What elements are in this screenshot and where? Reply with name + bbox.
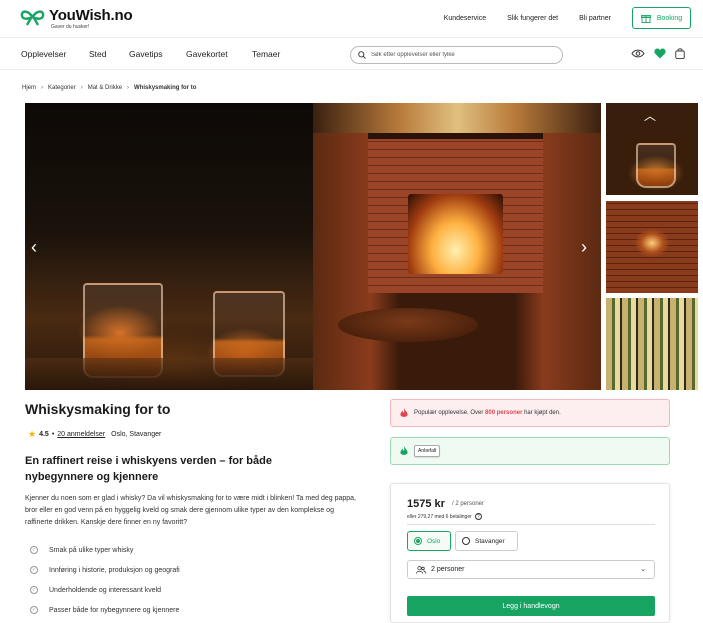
users-icon bbox=[416, 565, 426, 574]
image-gallery[interactable]: ‹ › bbox=[25, 103, 601, 390]
heart-icon[interactable] bbox=[654, 48, 666, 59]
chevron-right-icon: › bbox=[80, 85, 83, 91]
list-item: ✓ Passer både for nybegynnere og kjennere bbox=[30, 606, 180, 614]
chevron-right-icon: › bbox=[41, 85, 44, 91]
gallery-prev-arrow-icon[interactable]: ‹ bbox=[31, 238, 45, 256]
check-circle-icon: ✓ bbox=[30, 606, 38, 614]
check-circle-icon: ✓ bbox=[30, 546, 38, 554]
thumbnail-whisky[interactable]: ︿ bbox=[606, 103, 698, 195]
rating-row: ★ 4.5 • 20 anmeldelser Oslo, Stavanger bbox=[28, 429, 161, 440]
list-item: ✓ Underholdende og interessant kveld bbox=[30, 586, 162, 594]
dot-separator: • bbox=[51, 431, 55, 438]
location-option-stavanger[interactable]: Stavanger bbox=[455, 531, 518, 551]
recommended-banner: Anbefalt bbox=[390, 437, 670, 465]
star-icon: ★ bbox=[28, 429, 37, 439]
search-bar bbox=[350, 46, 563, 64]
nav-item-themes[interactable]: Temaer bbox=[252, 49, 280, 59]
search-icon bbox=[358, 51, 366, 59]
radio-selected-icon bbox=[414, 537, 422, 545]
eye-icon[interactable] bbox=[631, 49, 645, 58]
breadcrumb-categories[interactable]: Kategorier bbox=[48, 85, 76, 91]
price-unit: / 2 personer bbox=[452, 501, 485, 507]
product-locations: Oslo, Stavanger bbox=[111, 431, 162, 438]
brand-tagline: Gaver du husker! bbox=[51, 24, 90, 30]
radio-icon bbox=[462, 537, 470, 545]
installment-info: eller 279,27 med 6 betalinger ? bbox=[407, 513, 482, 520]
become-partner-link[interactable]: Bli partner bbox=[579, 15, 611, 22]
booking-label: Booking bbox=[656, 14, 683, 22]
help-circle-icon[interactable]: ? bbox=[474, 513, 482, 520]
product-title: Whiskysmaking for to bbox=[25, 401, 171, 417]
breadcrumb: Hjem › Kategorier › Mat & Drikke › Whisk… bbox=[22, 85, 196, 91]
green-flame-icon bbox=[400, 446, 408, 455]
gift-icon bbox=[640, 15, 651, 23]
top-bar: YouWish.no Gaver du husker! Kundeservice… bbox=[0, 0, 703, 38]
price: 1575 kr bbox=[407, 498, 445, 510]
chevron-right-icon: › bbox=[127, 85, 130, 91]
whisky-glasses-photo bbox=[25, 103, 313, 390]
booking-button[interactable]: Booking bbox=[632, 7, 691, 29]
rating-value: 4.5 bbox=[39, 431, 49, 438]
check-circle-icon: ✓ bbox=[30, 586, 38, 594]
gift-bow-icon bbox=[20, 10, 45, 26]
persons-value: 2 personer bbox=[431, 566, 465, 573]
brand-name: YouWish.no bbox=[49, 7, 133, 24]
recommended-badge: Anbefalt bbox=[414, 445, 441, 457]
divider bbox=[407, 524, 655, 525]
flame-icon bbox=[400, 408, 408, 417]
breadcrumb-home[interactable]: Hjem bbox=[22, 85, 36, 91]
popular-banner: Populær opplevelse. Over 800 personer ha… bbox=[390, 399, 670, 427]
location-option-oslo[interactable]: Oslo bbox=[407, 531, 451, 551]
fireplace-bar-photo bbox=[313, 103, 601, 390]
thumbnail-bottles[interactable] bbox=[606, 298, 698, 390]
reviews-link[interactable]: 20 anmeldelser bbox=[57, 431, 105, 438]
gallery-next-arrow-icon[interactable]: › bbox=[581, 238, 595, 256]
persons-select[interactable]: 2 personer ⌄ bbox=[407, 560, 655, 579]
nav-item-gift-card[interactable]: Gavekortet bbox=[186, 49, 228, 59]
breadcrumb-food-drink[interactable]: Mat & Drikke bbox=[88, 85, 122, 91]
logo[interactable]: YouWish.no Gaver du husker! bbox=[20, 7, 133, 30]
chevron-down-icon: ⌄ bbox=[640, 566, 646, 573]
nav-item-gift-tips[interactable]: Gavetips bbox=[129, 49, 163, 59]
feature-list: ✓ Smak på ulike typer whisky ✓ Innføring i… bbox=[30, 540, 180, 620]
how-it-works-link[interactable]: Slik fungerer det bbox=[507, 15, 558, 22]
customer-service-link[interactable]: Kundeservice bbox=[444, 15, 486, 22]
product-subtitle: En raffinert reise i whiskyens verden – … bbox=[25, 455, 272, 483]
chevron-up-icon[interactable]: ︿ bbox=[644, 107, 656, 124]
list-item: ✓ Smak på ulike typer whisky bbox=[30, 546, 134, 554]
thumbnail-fireplace[interactable] bbox=[606, 201, 698, 293]
breadcrumb-current: Whiskysmaking for to bbox=[134, 85, 197, 91]
booking-card: 1575 kr / 2 personer eller 279,27 med 6 … bbox=[390, 483, 670, 623]
search-input[interactable] bbox=[371, 52, 551, 58]
add-to-cart-button[interactable]: Legg i handlevogn bbox=[407, 596, 655, 616]
nav-item-experiences[interactable]: Opplevelser bbox=[21, 49, 66, 59]
check-circle-icon: ✓ bbox=[30, 566, 38, 574]
list-item: ✓ Innføring i historie, produksjon og geo… bbox=[30, 566, 180, 574]
nav-item-place[interactable]: Sted bbox=[89, 49, 107, 59]
shopping-bag-icon[interactable] bbox=[675, 48, 685, 59]
product-description: Kjenner du noen som er glad i whisky? Da… bbox=[25, 495, 356, 526]
